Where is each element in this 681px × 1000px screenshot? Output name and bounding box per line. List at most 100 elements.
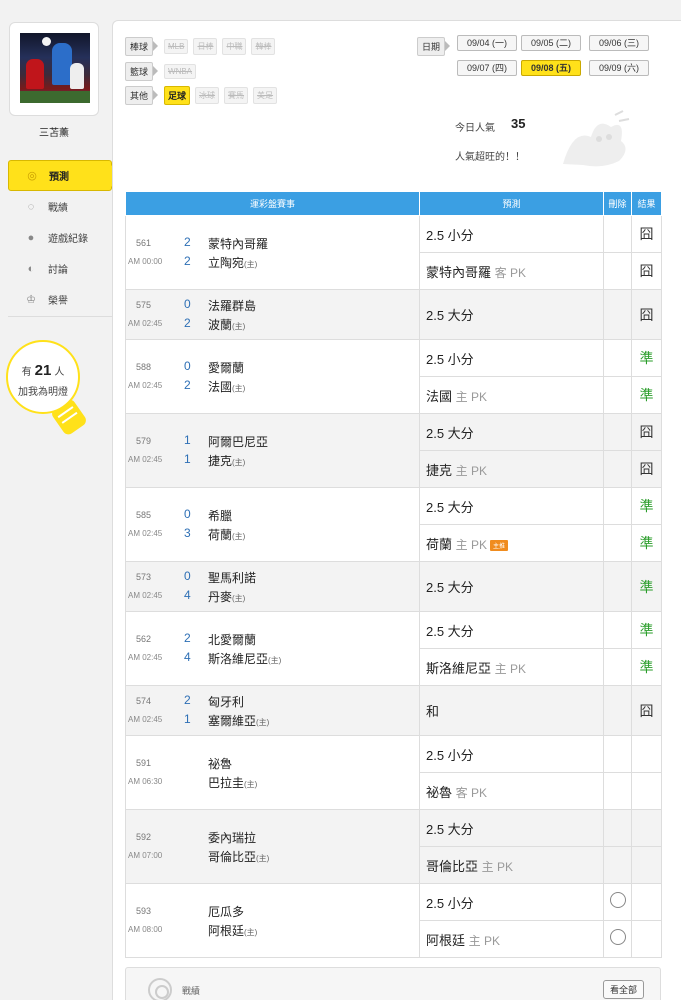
prediction-pick: 2.5 小分: [426, 895, 474, 911]
match-time: AM 02:45: [128, 590, 163, 600]
match-number: 585: [136, 509, 152, 520]
home-team-name: 立陶宛: [208, 255, 245, 270]
prediction-cell: 斯洛維尼亞 主 PK: [419, 648, 604, 686]
delete-cell: [603, 561, 632, 612]
sidebar-item-3[interactable]: ◐ 討論: [8, 253, 112, 284]
prediction-cell: 和: [419, 685, 604, 736]
header-delete: 刪除: [603, 191, 632, 216]
away-team[interactable]: 厄瓜多: [208, 903, 244, 920]
match-number: 574: [136, 695, 152, 706]
home-team-name: 斯洛維尼亞: [208, 651, 269, 666]
home-team[interactable]: 塞爾維亞(主): [208, 712, 269, 729]
category-other[interactable]: 其他: [125, 86, 159, 105]
home-team-name: 丹麥: [208, 589, 233, 604]
sidebar-item-0[interactable]: ◎ 預測: [8, 160, 121, 191]
home-team[interactable]: 波蘭(主): [208, 316, 245, 333]
popularity-value: 35: [511, 116, 526, 131]
delete-cell: [603, 487, 632, 525]
home-team[interactable]: 哥倫比亞(主): [208, 848, 269, 865]
left-sidebar: 三苫薰 ◎ 預測 ◌ 戰績 ● 遊戲紀錄 ◐ 討論 ♔ 榮譽 有 21 人 加我為明燈: [0, 0, 121, 1000]
home-team[interactable]: 巴拉圭(主): [208, 774, 257, 791]
date-button-5[interactable]: 09/09 (六): [589, 60, 649, 76]
sidebar-item-2[interactable]: ● 遊戲紀錄: [8, 222, 112, 253]
away-team[interactable]: 希臘: [208, 507, 232, 524]
result-cell: 準: [631, 561, 662, 612]
delete-cell: [603, 339, 632, 377]
prediction-pick: 2.5 大分: [426, 580, 474, 595]
result-cell: 準: [631, 487, 662, 525]
result-cell: 囧: [631, 252, 662, 290]
filter-soccer[interactable]: 足球: [164, 86, 191, 105]
home-score: 3: [184, 525, 191, 540]
category-basketball[interactable]: 籃球: [125, 62, 159, 81]
table-row: 591 AM 06:30 祕魯 巴拉圭(主) 2.5 小分: [125, 735, 662, 810]
avatar[interactable]: [20, 33, 90, 103]
match-time: AM 02:45: [128, 380, 163, 390]
prediction-line: 客 PK: [494, 265, 526, 280]
home-team[interactable]: 阿根廷(主): [208, 922, 257, 939]
prediction-pick: 和: [426, 704, 440, 719]
away-team[interactable]: 祕魯: [208, 755, 232, 772]
home-team-name: 巴拉圭: [208, 775, 245, 790]
sidebar-item-label: 榮譽: [48, 296, 68, 307]
home-team[interactable]: 斯洛維尼亞(主): [208, 650, 281, 667]
match-time: AM 06:30: [128, 776, 163, 786]
delete-cell[interactable]: [603, 920, 632, 958]
prediction-cell: 阿根廷 主 PK: [419, 920, 604, 958]
date-button-2[interactable]: 09/06 (三): [589, 35, 649, 51]
away-score: 2: [184, 692, 191, 707]
prediction-cell: 2.5 小分: [419, 339, 604, 377]
home-team[interactable]: 捷克(主): [208, 452, 245, 469]
away-team[interactable]: 法羅群島: [208, 297, 256, 314]
match-time: AM 02:45: [128, 454, 163, 464]
home-score: 2: [184, 253, 191, 268]
home-team[interactable]: 法國(主): [208, 378, 245, 395]
away-score: 0: [184, 506, 191, 521]
prediction-cell: 法國 主 PK: [419, 376, 604, 414]
category-baseball[interactable]: 棒球: [125, 37, 159, 56]
delete-radio-icon[interactable]: [609, 891, 626, 908]
date-button-0[interactable]: 09/04 (一): [457, 35, 517, 51]
away-team[interactable]: 愛爾蘭: [208, 359, 244, 376]
delete-cell: [603, 735, 632, 773]
away-score: 0: [184, 358, 191, 373]
sidebar-item-1[interactable]: ◌ 戰績: [8, 191, 112, 222]
delete-radio-icon[interactable]: [609, 928, 626, 945]
target-icon: ◎: [27, 170, 37, 182]
away-team[interactable]: 委內瑞拉: [208, 829, 256, 846]
view-all-button[interactable]: 看全部: [602, 980, 644, 999]
result-cell: 囧: [631, 685, 662, 736]
table-row: 592 AM 07:00 委內瑞拉 哥倫比亞(主) 2.5 大分: [125, 809, 662, 884]
discussion-icon: ◐: [27, 262, 35, 275]
popularity-note: 人氣超旺的！！: [455, 152, 525, 163]
record-section: 戰績 看全部: [125, 967, 661, 1000]
follow-link[interactable]: 加我為明燈: [6, 383, 80, 398]
home-team[interactable]: 荷蘭(主): [208, 526, 245, 543]
away-team[interactable]: 聖馬利諾: [208, 569, 256, 586]
away-team[interactable]: 蒙特內哥羅: [208, 235, 268, 252]
home-team[interactable]: 丹麥(主): [208, 588, 245, 605]
prediction-cell: 2.5 大分: [419, 611, 604, 649]
delete-cell[interactable]: [603, 883, 632, 921]
prediction-cell: 2.5 大分: [419, 809, 604, 847]
match-number: 579: [136, 435, 152, 446]
date-button-3[interactable]: 09/07 (四): [457, 60, 517, 76]
away-team[interactable]: 匈牙利: [208, 693, 244, 710]
prediction-line: 主 PK: [494, 661, 526, 676]
date-button-1[interactable]: 09/05 (二): [521, 35, 581, 51]
table-row: 574 AM 02:45 2 1 匈牙利 塞爾維亞(主) 和 囧: [125, 685, 662, 736]
prediction-cell: 荷蘭 主 PK 主推: [419, 524, 604, 562]
date-button-4[interactable]: 09/08 (五): [521, 60, 581, 76]
away-team[interactable]: 北愛爾蘭: [208, 631, 256, 648]
match-cell: 592 AM 07:00 委內瑞拉 哥倫比亞(主): [125, 809, 420, 884]
prediction-cell: 蒙特內哥羅 客 PK: [419, 252, 604, 290]
result-cell: [631, 846, 662, 884]
fan-bulb[interactable]: 有 21 人 加我為明燈: [4, 340, 89, 437]
sidebar-item-4[interactable]: ♔ 榮譽: [8, 284, 112, 315]
home-team[interactable]: 立陶宛(主): [208, 254, 257, 271]
sidebar-nav: ◎ 預測 ◌ 戰績 ● 遊戲紀錄 ◐ 討論 ♔ 榮譽: [8, 160, 121, 315]
result-cell: 準: [631, 648, 662, 686]
delete-cell: [603, 413, 632, 451]
away-team[interactable]: 阿爾巴尼亞: [208, 433, 268, 450]
home-score: 4: [184, 587, 191, 602]
